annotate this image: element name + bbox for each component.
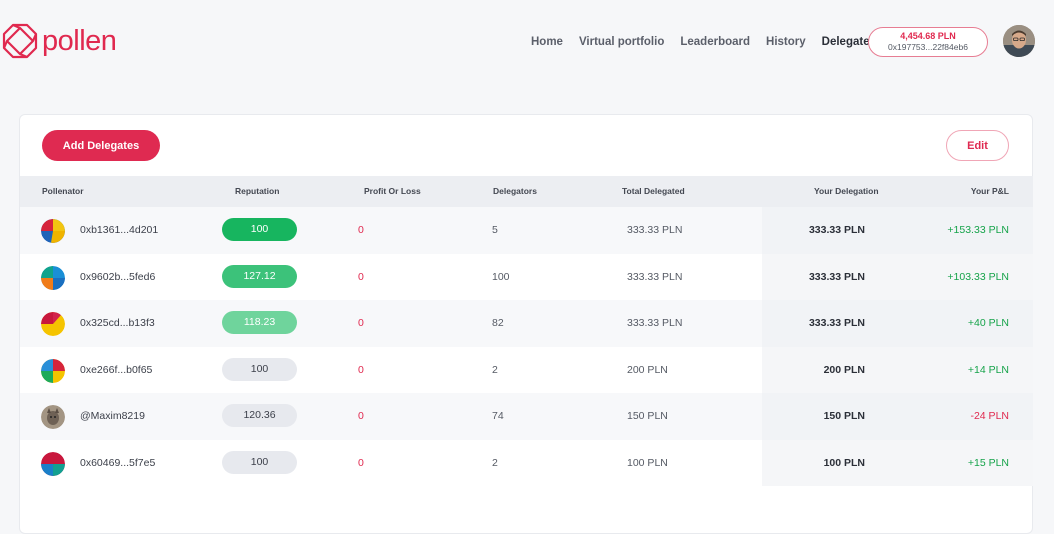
- your-delegation: 333.33 PLN: [808, 224, 865, 236]
- wallet-balance: 4,454.68 PLN: [900, 31, 956, 41]
- pollenator-name[interactable]: 0x60469...5f7e5: [80, 457, 155, 469]
- table-row[interactable]: 0xb1361...4d201 100 0 5 333.33 PLN 333.3…: [20, 207, 1033, 254]
- your-delegation: 150 PLN: [823, 410, 865, 422]
- pollenator-avatar: [41, 312, 65, 336]
- your-delegation: 200 PLN: [823, 363, 865, 376]
- pollenator-avatar: [41, 265, 65, 290]
- table-row[interactable]: 0xe266f...b0f65 100 0 2 200 PLN 200 PLN …: [20, 346, 1033, 393]
- pollen-logo[interactable]: pollen: [2, 23, 117, 59]
- delegators-count: 74: [492, 410, 504, 422]
- your-pnl: -24 PLN: [970, 410, 1009, 422]
- wallet-address: 0x197753...22f84eb6: [888, 42, 968, 52]
- table-body: 0xb1361...4d201 100 0 5 333.33 PLN 333.3…: [20, 207, 1033, 486]
- total-delegated: 150 PLN: [627, 410, 668, 422]
- pollenator-name[interactable]: 0x325cd...b13f3: [80, 317, 155, 329]
- pollenator-avatar: [41, 358, 65, 383]
- pollenator-name[interactable]: 0x9602b...5fed6: [80, 271, 155, 283]
- nav-delegate[interactable]: Delegate: [822, 35, 870, 49]
- profit-or-loss: 0: [358, 317, 364, 329]
- pollenator-avatar: [41, 405, 65, 429]
- header-profit-or-loss[interactable]: Profit Or Loss: [364, 186, 421, 196]
- brand-name: pollen: [42, 25, 117, 57]
- header-your-pnl[interactable]: Your P&L: [971, 186, 1009, 196]
- nav-leaderboard[interactable]: Leaderboard: [680, 35, 750, 49]
- pollenator-name[interactable]: @Maxim8219: [80, 410, 145, 422]
- header-pollenator[interactable]: Pollenator: [42, 186, 84, 196]
- your-delegation: 333.33 PLN: [808, 317, 865, 329]
- wallet-button[interactable]: 4,454.68 PLN 0x197753...22f84eb6: [868, 27, 988, 57]
- reputation-badge: 100: [222, 450, 297, 474]
- reputation-badge: 127.12: [222, 264, 297, 288]
- profit-or-loss: 0: [358, 224, 364, 236]
- add-delegates-button[interactable]: Add Delegates: [42, 130, 160, 161]
- table-header: Pollenator Reputation Profit Or Loss Del…: [20, 176, 1033, 207]
- reputation-badge: 118.23: [222, 311, 297, 334]
- delegators-count: 2: [492, 456, 498, 469]
- pollen-logo-icon: [2, 23, 38, 59]
- pollenator-avatar: [41, 219, 65, 243]
- pollenator-name[interactable]: 0xb1361...4d201: [80, 224, 158, 236]
- table-row[interactable]: 0x60469...5f7e5 100 0 2 100 PLN 100 PLN …: [20, 439, 1033, 486]
- table-row[interactable]: 0x9602b...5fed6 127.12 0 100 333.33 PLN …: [20, 253, 1033, 300]
- reputation-badge: 100: [222, 218, 297, 241]
- your-pnl: +15 PLN: [967, 456, 1009, 469]
- total-delegated: 100 PLN: [627, 456, 668, 469]
- total-delegated: 333.33 PLN: [627, 224, 683, 236]
- reputation-badge: 120.36: [222, 404, 297, 427]
- header-your-delegation[interactable]: Your Delegation: [814, 186, 879, 196]
- nav-home[interactable]: Home: [531, 35, 563, 49]
- profit-or-loss: 0: [358, 456, 364, 469]
- total-delegated: 333.33 PLN: [627, 317, 683, 329]
- profit-or-loss: 0: [358, 410, 364, 422]
- delegators-count: 5: [492, 224, 498, 236]
- header-total-delegated[interactable]: Total Delegated: [622, 186, 685, 196]
- edit-button[interactable]: Edit: [946, 130, 1009, 161]
- pollenator-avatar: [41, 451, 65, 476]
- table-row[interactable]: 0x325cd...b13f3 118.23 0 82 333.33 PLN 3…: [20, 300, 1033, 347]
- your-delegation: 100 PLN: [823, 456, 865, 469]
- pollenator-name[interactable]: 0xe266f...b0f65: [80, 364, 152, 376]
- delegators-count: 100: [492, 270, 510, 283]
- user-avatar-photo: [1003, 25, 1035, 57]
- profit-or-loss: 0: [358, 363, 364, 376]
- delegators-count: 2: [492, 363, 498, 376]
- header-reputation[interactable]: Reputation: [235, 186, 279, 196]
- table-row[interactable]: @Maxim8219 120.36 0 74 150 PLN 150 PLN -…: [20, 393, 1033, 440]
- delegates-card: Add Delegates Edit Pollenator Reputation…: [19, 114, 1033, 534]
- top-header: pollen Home Virtual portfolio Leaderboar…: [0, 0, 1054, 84]
- your-pnl: +40 PLN: [967, 317, 1009, 329]
- total-delegated: 200 PLN: [627, 363, 668, 376]
- total-delegated: 333.33 PLN: [627, 270, 683, 283]
- header-delegators[interactable]: Delegators: [493, 186, 537, 196]
- user-avatar[interactable]: [1003, 25, 1035, 57]
- profit-or-loss: 0: [358, 270, 364, 283]
- main-nav: Home Virtual portfolio Leaderboard Histo…: [531, 35, 886, 49]
- your-delegation: 333.33 PLN: [808, 270, 865, 283]
- your-pnl: +153.33 PLN: [947, 224, 1009, 236]
- your-pnl: +14 PLN: [967, 363, 1009, 376]
- delegators-count: 82: [492, 317, 504, 329]
- nav-virtual-portfolio[interactable]: Virtual portfolio: [579, 35, 664, 49]
- your-pnl: +103.33 PLN: [947, 270, 1009, 283]
- nav-history[interactable]: History: [766, 35, 806, 49]
- delegates-table: Pollenator Reputation Profit Or Loss Del…: [20, 176, 1033, 486]
- reputation-badge: 100: [222, 357, 297, 381]
